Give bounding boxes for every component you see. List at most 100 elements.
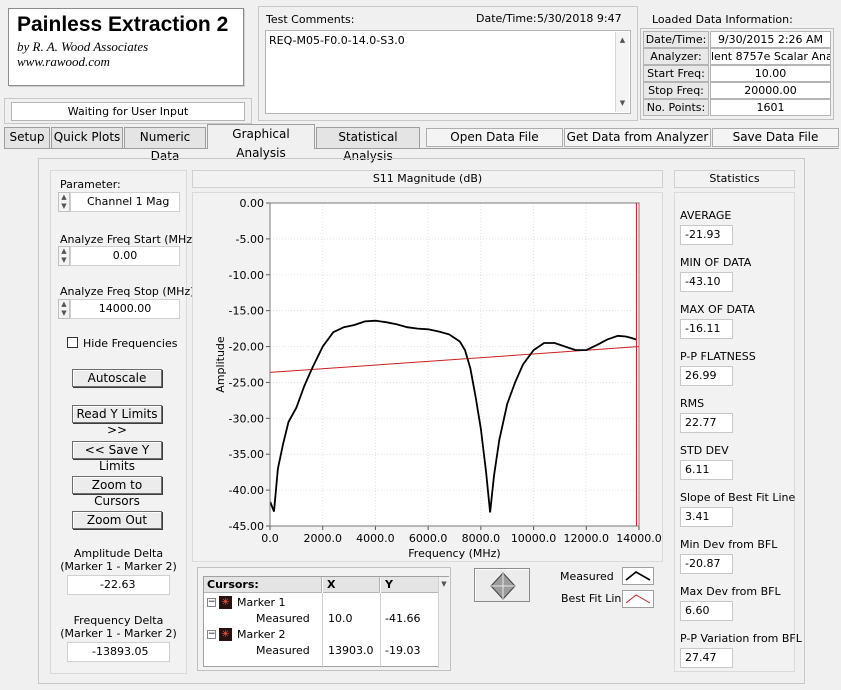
x-tick-label: 12000.0 <box>564 532 610 545</box>
scroll-down-icon[interactable]: ▼ <box>439 580 449 588</box>
collapse-marker-2-icon[interactable]: − <box>207 630 216 639</box>
y-axis-label: Amplitude <box>214 336 227 393</box>
open-data-file-button[interactable]: Open Data File <box>426 128 563 147</box>
marker-1-icon: ✳ <box>219 596 232 609</box>
hide-frequencies-label: Hide Frequencies <box>83 337 178 350</box>
freq-stop-spinner[interactable]: ▲ ▼ <box>58 299 70 319</box>
loaded-label: No. Points: <box>643 99 709 116</box>
stat-label: AVERAGE <box>680 209 732 222</box>
tab-statistical-analysis[interactable]: Statistical Analysis <box>316 127 420 163</box>
freq-start-label: Analyze Freq Start (MHz) <box>60 233 197 246</box>
col-divider <box>322 593 323 668</box>
tab-graphical-analysis[interactable]: Graphical Analysis <box>207 124 315 160</box>
marker-1-y: -41.66 <box>385 612 421 625</box>
legend-bestfit-swatch[interactable] <box>622 590 654 608</box>
freq-start-spinner[interactable]: ▲ ▼ <box>58 246 70 266</box>
stat-value: 3.41 <box>680 507 733 527</box>
stat-label: Slope of Best Fit Line <box>680 491 796 504</box>
marker-2-label: Marker 2 <box>237 628 286 641</box>
get-data-from-analyzer-button[interactable]: Get Data from Analyzer <box>564 128 711 147</box>
freq-delta-sublabel: (Marker 1 - Marker 2) <box>60 627 177 640</box>
freq-delta-label: Frequency Delta <box>73 614 164 627</box>
loaded-label: Start Freq: <box>643 65 709 82</box>
read-y-limits-button[interactable]: Read Y Limits >> <box>72 405 162 437</box>
legend-measured-swatch[interactable] <box>622 567 654 585</box>
cursors-scrollbar[interactable]: ▼ <box>438 577 449 668</box>
cursors-y-header: Y <box>381 577 438 593</box>
y-tick-label: -20.00 <box>229 341 264 354</box>
stat-value: 22.77 <box>680 413 733 433</box>
loaded-label: Date/Time: <box>643 31 709 48</box>
zoom-to-cursors-button[interactable]: Zoom to Cursors <box>72 476 162 508</box>
y-tick-label: 0.00 <box>240 197 265 210</box>
scroll-up-icon[interactable]: ▲ <box>616 36 629 44</box>
title-block: Painless Extraction 2 by R. A. Wood Asso… <box>8 8 244 86</box>
freq-delta-value: -13893.05 <box>67 642 170 662</box>
save-data-file-button[interactable]: Save Data File <box>712 128 839 147</box>
app-title: Painless Extraction 2 <box>17 13 229 36</box>
stat-value: 26.99 <box>680 366 733 386</box>
loaded-value: 9/30/2015 2:26 AM <box>710 31 831 48</box>
comments-field[interactable]: REQ-M05-F0.0-14.0-S3.0 ▲ ▼ <box>265 30 631 114</box>
scroll-down-icon[interactable]: ▼ <box>616 99 629 107</box>
tab-quick-plots[interactable]: Quick Plots <box>51 127 123 148</box>
datetime-label: Date/Time: <box>476 12 537 25</box>
stat-label: Max Dev from BFL <box>680 585 781 598</box>
marker-1-sub: Measured <box>256 612 310 625</box>
autoscale-button[interactable]: Autoscale <box>72 369 162 387</box>
cursors-header: Cursors: <box>204 577 322 593</box>
stat-value: 6.11 <box>680 460 733 480</box>
chart-title: S11 Magnitude (dB) <box>192 170 663 188</box>
loaded-row: No. Points: 1601 <box>643 99 831 116</box>
comments-label: Test Comments: <box>266 13 355 26</box>
stat-label: RMS <box>680 397 705 410</box>
freq-start-input[interactable]: 0.00 <box>70 246 180 266</box>
cursor-move-control[interactable] <box>474 568 530 602</box>
tab-setup[interactable]: Setup <box>4 127 50 148</box>
chart-svg: 0.00 -5.00 -10.00 -15.00 -20.00 -25.00 -30.00 -… <box>214 197 662 560</box>
y-tick-label: -25.00 <box>229 376 264 389</box>
y-tick-label: -15.00 <box>229 305 264 318</box>
loaded-label: Stop Freq: <box>643 82 709 99</box>
loaded-row: Start Freq: 10.00 <box>643 65 831 82</box>
col-divider <box>380 593 381 668</box>
stat-label: Min Dev from BFL <box>680 538 778 551</box>
freq-stop-label: Analyze Freq Stop (MHz) <box>60 285 195 298</box>
collapse-marker-1-icon[interactable]: − <box>207 598 216 607</box>
y-tick-label: -40.00 <box>229 484 264 497</box>
cursors-table[interactable]: Cursors: X Y ▼ − ✳ Marker 1 Measured 10.… <box>203 576 449 668</box>
parameter-spinner[interactable]: ▲ ▼ <box>58 192 70 212</box>
status-frame: Waiting for User Input <box>4 98 252 124</box>
app-subtitle: by R. A. Wood Associates <box>17 39 149 54</box>
x-axis-label: Frequency (MHz) <box>408 547 500 560</box>
comments-scrollbar[interactable]: ▲ ▼ <box>615 32 629 112</box>
loaded-row: Analyzer:lent 8757e Scalar Analyz <box>643 48 831 65</box>
amp-delta-value: -22.63 <box>67 575 170 595</box>
stat-value: 6.60 <box>680 601 733 621</box>
y-tick-label: -10.00 <box>229 269 264 282</box>
stat-label: MIN OF DATA <box>680 256 752 269</box>
y-tick-label: -30.00 <box>229 412 264 425</box>
parameter-label: Parameter: <box>60 178 121 191</box>
cursors-x-header: X <box>323 577 380 593</box>
save-y-limits-button[interactable]: << Save Y Limits <box>72 441 162 473</box>
marker-2-icon: ✳ <box>219 628 232 641</box>
parameter-select[interactable]: Channel 1 Mag <box>70 192 180 212</box>
freq-stop-input[interactable]: 14000.00 <box>70 299 180 319</box>
marker-2-y: -19.03 <box>385 644 421 657</box>
stat-label: MAX OF DATA <box>680 303 755 316</box>
loaded-value: 10.00 <box>710 65 831 82</box>
stat-value: -21.93 <box>680 225 733 245</box>
x-tick-label: 6000.0 <box>409 532 448 545</box>
x-tick-label: 4000.0 <box>356 532 395 545</box>
stat-label: P-P FLATNESS <box>680 350 756 363</box>
x-tick-label: 14000.0 <box>616 532 662 545</box>
marker-1-label: Marker 1 <box>237 596 286 609</box>
tab-numeric-data[interactable]: Numeric Data <box>124 127 206 163</box>
loaded-row: Date/Time: 9/30/2015 2:26 AM <box>643 31 831 48</box>
loaded-value: 20000.00 <box>710 82 831 99</box>
loaded-row: Stop Freq: 20000.00 <box>643 82 831 99</box>
cursor-move-icon[interactable] <box>475 569 531 603</box>
hide-frequencies-checkbox[interactable] <box>67 337 78 348</box>
zoom-out-button[interactable]: Zoom Out <box>72 511 162 529</box>
